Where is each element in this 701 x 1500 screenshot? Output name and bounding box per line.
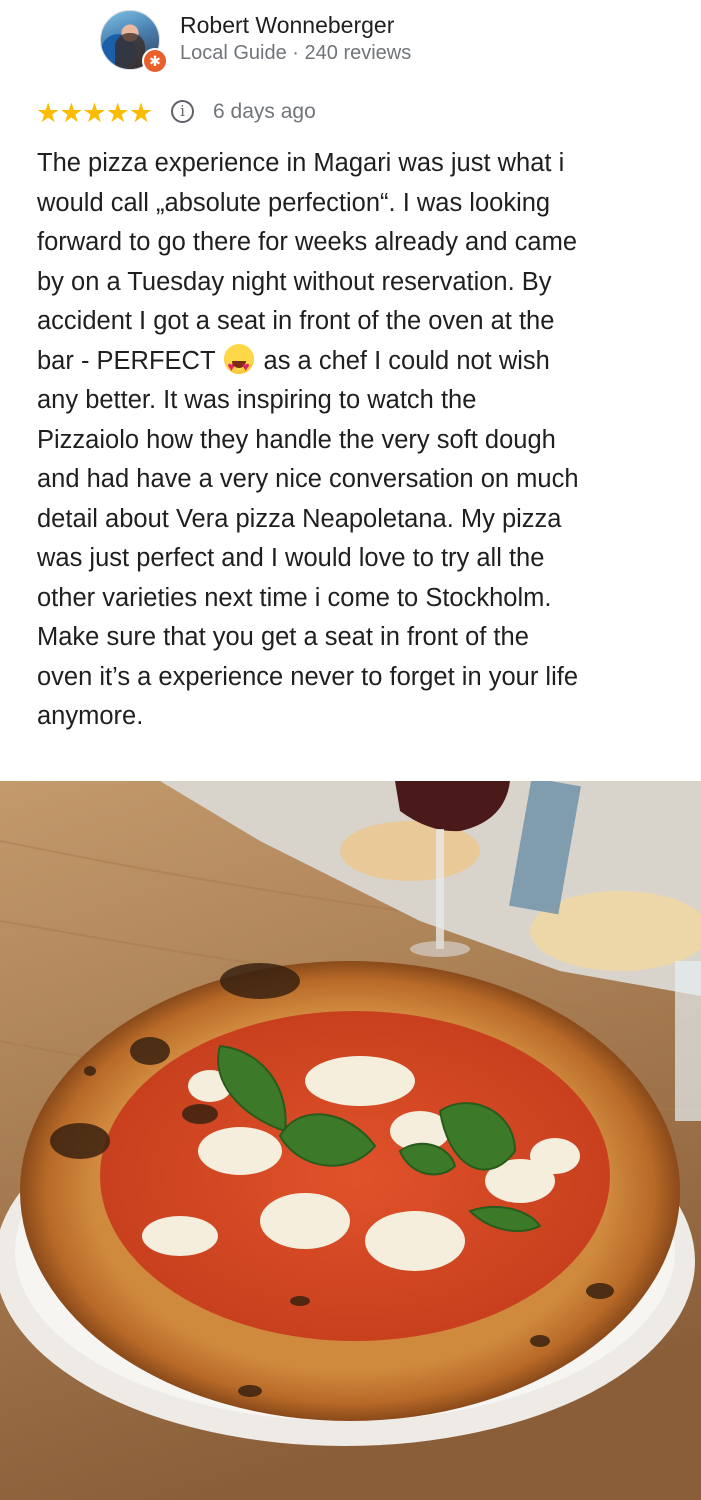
review-line: Make sure that you get a seat in front o… bbox=[37, 623, 529, 651]
review-line: by on a Tuesday night without reservatio… bbox=[37, 267, 552, 296]
review-line: detail about Vera pizza Neapoletana. My … bbox=[37, 504, 562, 533]
review-author-header: ✱ Robert Wonneberger Local Guide · 240 r… bbox=[100, 10, 680, 74]
info-icon[interactable]: i bbox=[171, 100, 194, 123]
review-line: anymore. bbox=[37, 702, 144, 730]
review-line-part: bar - PERFECT bbox=[37, 346, 216, 375]
review-line: other varieties next time i come to Stoc… bbox=[37, 583, 552, 612]
review-line: forward to go there for weeks already an… bbox=[37, 228, 578, 256]
pizza-photo[interactable] bbox=[0, 781, 701, 1500]
review-line: was just perfect and I would love to try… bbox=[37, 544, 545, 572]
rating-row: ★★★★★ i 6 days ago bbox=[36, 96, 636, 130]
star-rating: ★★★★★ bbox=[36, 98, 153, 128]
review-date: 6 days ago bbox=[213, 100, 316, 123]
author-name[interactable]: Robert Wonneberger bbox=[180, 12, 394, 39]
review-line: any better. It was inspiring to watch th… bbox=[37, 386, 477, 414]
review-line-with-emoji: bar - PERFECT as a chef I could not wish bbox=[37, 342, 677, 386]
review-line: and had have a very nice conversation on… bbox=[37, 465, 579, 493]
review-line: The pizza experience in Magari was just … bbox=[37, 149, 565, 177]
review-line: accident I got a seat in front of the ov… bbox=[37, 307, 555, 335]
local-guide-star-icon: ✱ bbox=[142, 48, 168, 74]
review-body: The pizza experience in Magari was just … bbox=[37, 144, 677, 737]
heart-eyes-emoji-icon bbox=[223, 343, 254, 386]
review-line-part: as a chef I could not wish bbox=[263, 346, 550, 375]
review-line: oven it’s a experience never to forget i… bbox=[37, 662, 579, 691]
review-line: would call „absolute perfection“. I was … bbox=[37, 188, 551, 217]
review-line: Pizzaiolo how they handle the very soft … bbox=[37, 425, 556, 454]
author-meta: Local Guide · 240 reviews bbox=[180, 42, 412, 64]
